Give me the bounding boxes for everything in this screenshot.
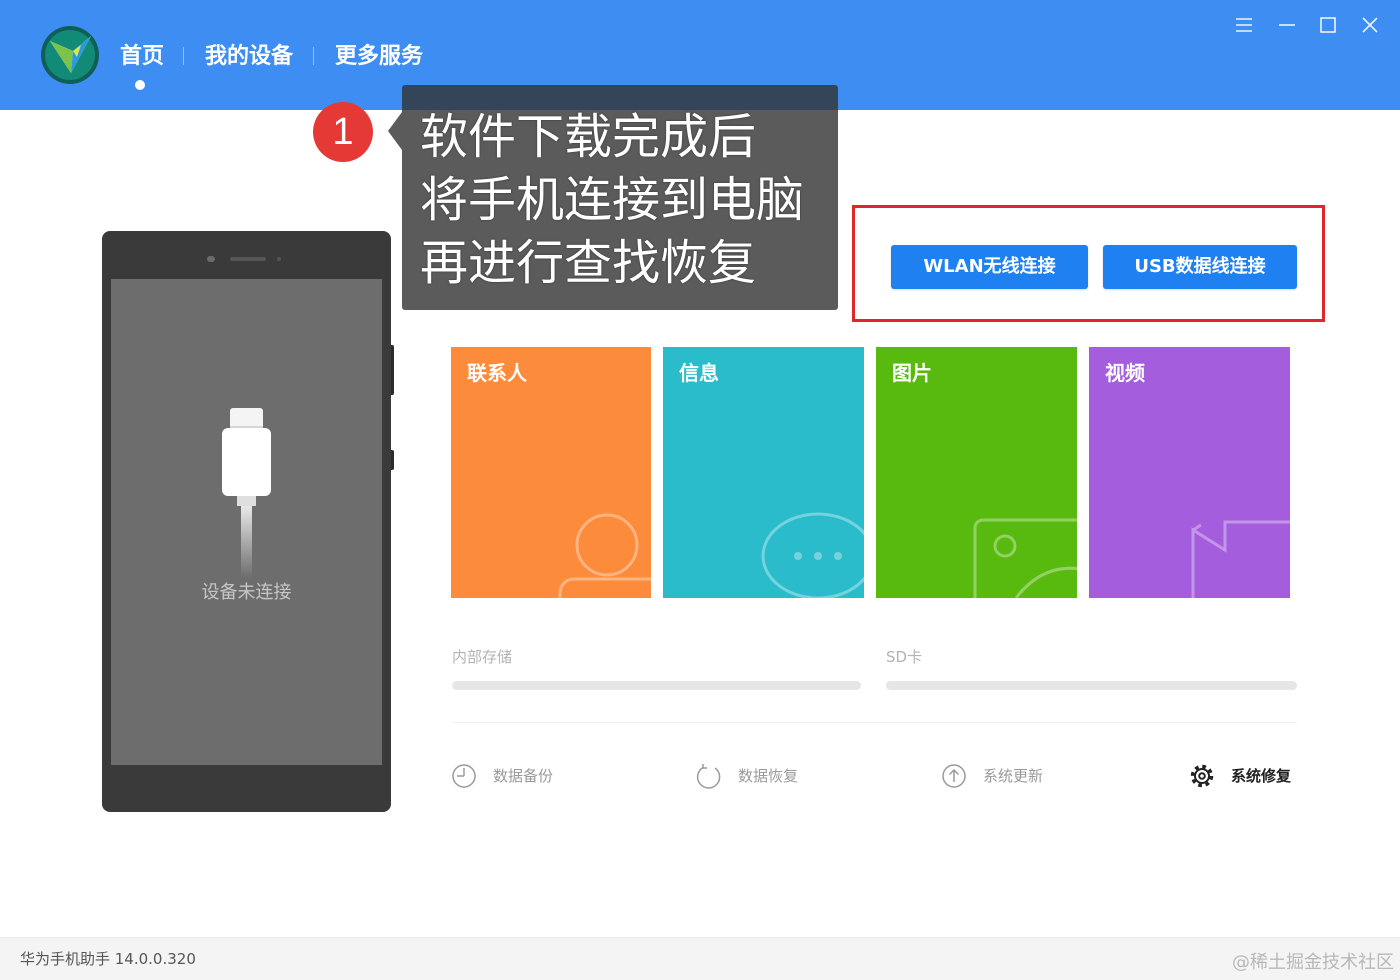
system-update-button[interactable]: 系统更新 <box>940 760 1070 792</box>
action-label: 系统修复 <box>1231 767 1292 785</box>
phone-sensor <box>277 257 281 261</box>
callout-line: 软件下载完成后 <box>420 109 757 165</box>
system-repair-button[interactable]: 系统修复 <box>1188 760 1308 792</box>
maximize-icon[interactable] <box>1317 14 1339 36</box>
phone-side-button <box>391 450 394 470</box>
action-label: 数据恢复 <box>738 767 799 785</box>
wlan-connect-button[interactable]: WLAN无线连接 <box>891 245 1088 289</box>
phone-side-button <box>391 345 394 395</box>
phone-camera <box>207 256 215 262</box>
sd-card-bar <box>886 681 1297 690</box>
device-status-text: 设备未连接 <box>201 582 292 603</box>
tab-my-device[interactable]: 我的设备 <box>205 43 293 71</box>
callout-line: 再进行查找恢复 <box>420 235 757 291</box>
tile-pictures[interactable]: 图片 <box>876 347 1077 598</box>
internal-storage-bar <box>452 681 861 690</box>
tile-messages[interactable]: 信息 <box>663 347 864 598</box>
data-backup-button[interactable]: 数据备份 <box>450 760 580 792</box>
instruction-callout: 软件下载完成后 将手机连接到电脑 再进行查找恢复 <box>402 85 838 310</box>
refresh-icon <box>696 764 721 789</box>
action-label: 系统更新 <box>983 767 1044 785</box>
tile-label: 信息 <box>679 361 719 385</box>
internal-storage-label: 内部存储 <box>452 648 513 666</box>
menu-icon[interactable] <box>1233 14 1255 36</box>
phone-speaker <box>230 257 266 261</box>
tab-more-services[interactable]: 更多服务 <box>335 43 423 71</box>
section-divider <box>452 722 1297 723</box>
data-restore-button[interactable]: 数据恢复 <box>695 760 825 792</box>
hisuite-window: 首页 我的设备 更多服务 设备未连接 1 软件下载完成后 将手机连接到电脑 再进… <box>0 0 1400 980</box>
tile-label: 图片 <box>892 361 932 385</box>
gear-icon <box>1190 764 1214 788</box>
callout-arrow <box>388 112 402 150</box>
tile-label: 联系人 <box>467 361 527 385</box>
tab-home[interactable]: 首页 <box>120 43 164 71</box>
clock-icon <box>452 764 476 788</box>
callout-line: 将手机连接到电脑 <box>420 172 805 228</box>
usb-connect-button[interactable]: USB数据线连接 <box>1103 245 1297 289</box>
upload-icon <box>942 764 966 788</box>
close-icon[interactable] <box>1359 14 1381 36</box>
action-label: 数据备份 <box>493 767 554 785</box>
app-version-text: 华为手机助手 14.0.0.320 <box>20 950 196 968</box>
tile-videos[interactable]: 视频 <box>1089 347 1290 598</box>
tile-label: 视频 <box>1105 361 1145 385</box>
sd-card-label: SD卡 <box>886 648 923 666</box>
nav-divider <box>183 47 184 65</box>
nav-divider <box>313 47 314 65</box>
active-tab-indicator <box>135 80 145 90</box>
status-footer: 华为手机助手 14.0.0.320 <box>0 937 1400 980</box>
step-badge: 1 <box>313 102 373 162</box>
watermark-text: @稀土掘金技术社区 <box>1232 952 1394 973</box>
tile-contacts[interactable]: 联系人 <box>451 347 651 598</box>
hisuite-logo-icon[interactable] <box>41 26 99 84</box>
usb-plug-icon <box>215 400 277 580</box>
minimize-icon[interactable] <box>1276 14 1298 36</box>
